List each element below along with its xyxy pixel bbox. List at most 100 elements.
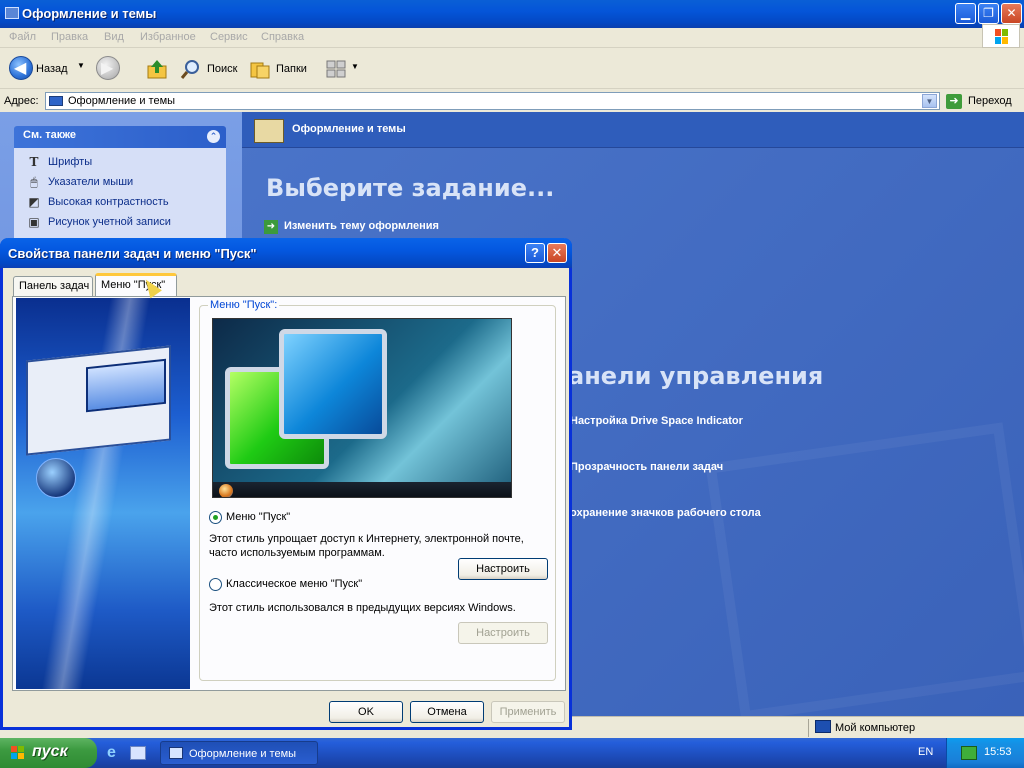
see-also-panel: См. также ⌃ T Шрифты 🖱 Указатели мыши ◩ … — [14, 126, 226, 248]
address-dropdown-icon[interactable]: ▼ — [922, 94, 937, 108]
control-panel-icon — [5, 7, 19, 19]
preview-start-orb-icon — [219, 484, 233, 497]
customize-start-button[interactable]: Настроить — [458, 558, 548, 580]
start-label: пуск — [32, 743, 68, 760]
menu-tools[interactable]: Сервис — [210, 31, 248, 43]
language-indicator[interactable]: EN — [918, 746, 933, 758]
see-also-list: T Шрифты 🖱 Указатели мыши ◩ Высокая конт… — [14, 148, 226, 248]
preview-taskbar — [213, 482, 511, 497]
dialog-title: Свойства панели задач и меню "Пуск" — [8, 246, 257, 261]
start-button[interactable]: пуск — [0, 738, 97, 768]
menu-edit[interactable]: Правка — [51, 31, 88, 43]
classic-start-menu-radio-label[interactable]: Классическое меню "Пуск" — [226, 578, 362, 590]
internet-explorer-icon[interactable]: e — [107, 744, 116, 762]
toolbar: ◀ Назад ▼ ▶ Поиск Папки ▼ — [0, 49, 1024, 89]
taskbar-properties-dialog: Свойства панели задач и меню "Пуск" ? ✕ … — [0, 238, 572, 730]
cp-item-desktop-icons[interactable]: охранение значков рабочего стола — [570, 507, 761, 519]
start-menu-group: Меню "Пуск": Меню "Пуск" Этот стиль упро… — [199, 299, 556, 681]
screen-graphic — [86, 358, 166, 413]
media-player-icon[interactable] — [130, 746, 146, 760]
see-also-header[interactable]: См. также ⌃ — [14, 126, 226, 148]
up-folder-button[interactable] — [146, 58, 168, 80]
mouse-icon: 🖱 — [30, 175, 38, 189]
see-also-item-label: Высокая контрастность — [48, 196, 169, 208]
minimize-button[interactable]: ▁ — [955, 3, 976, 24]
address-value: Оформление и темы — [68, 95, 176, 107]
menu-file[interactable]: Файл — [9, 31, 36, 43]
window-title: Оформление и темы — [22, 6, 157, 21]
menu-view[interactable]: Вид — [104, 31, 124, 43]
my-computer-icon — [815, 720, 831, 733]
views-dropdown-icon[interactable]: ▼ — [351, 62, 359, 71]
start-menu-preview — [212, 318, 512, 498]
address-input[interactable]: Оформление и темы ▼ — [45, 92, 940, 110]
close-button[interactable]: ✕ — [1001, 3, 1022, 24]
back-dropdown-icon[interactable]: ▼ — [77, 61, 85, 70]
status-zone-label: Мой компьютер — [835, 722, 916, 734]
address-label: Адрес: — [4, 95, 39, 107]
ok-button[interactable]: OK — [329, 701, 403, 723]
preview-blue-window — [279, 329, 387, 439]
back-arrow-icon: ◀ — [9, 56, 33, 80]
pick-task-heading: Выберите задание... — [266, 174, 555, 202]
menu-favorites[interactable]: Избранное — [140, 31, 196, 43]
taskbar-item-appearance[interactable]: Оформление и темы — [160, 741, 318, 765]
see-also-item-user-picture[interactable]: ▣ Рисунок учетной записи — [24, 214, 226, 234]
go-arrow-icon: ➜ — [946, 94, 962, 109]
forward-arrow-icon: ▶ — [96, 56, 120, 80]
go-label: Переход — [968, 95, 1012, 107]
see-also-item-contrast[interactable]: ◩ Высокая контрастность — [24, 194, 226, 214]
see-also-item-fonts[interactable]: T Шрифты — [24, 154, 226, 174]
control-panel-icons-heading: анели управления — [568, 362, 824, 390]
collapse-icon[interactable]: ⌃ — [207, 130, 220, 143]
cancel-button[interactable]: Отмена — [410, 701, 484, 723]
group-label: Меню "Пуск": — [208, 299, 280, 311]
apply-button[interactable]: Применить — [491, 701, 565, 723]
content-header-title: Оформление и темы — [292, 123, 406, 135]
menu-bar: Файл Правка Вид Избранное Сервис Справка — [0, 28, 1024, 48]
control-panel-icon — [49, 96, 63, 106]
side-illustration — [16, 298, 190, 689]
tab-start-menu[interactable]: Меню "Пуск" — [95, 273, 177, 297]
classic-start-menu-desc: Этот стиль использовался в предыдущих ве… — [209, 602, 516, 614]
folders-icon — [250, 62, 270, 79]
see-also-item-mouse[interactable]: 🖱 Указатели мыши — [24, 174, 226, 194]
system-tray: 15:53 — [946, 738, 1024, 768]
see-also-item-label: Рисунок учетной записи — [48, 216, 171, 228]
tab-taskbar[interactable]: Панель задач — [13, 276, 93, 296]
taskbar-item-label: Оформление и темы — [189, 748, 297, 760]
start-menu-desc-line-2: часто используемым программам. — [209, 547, 385, 559]
change-theme-link[interactable]: ➜ Изменить тему оформления — [264, 220, 439, 234]
green-arrow-icon: ➜ — [264, 220, 278, 234]
customize-classic-button[interactable]: Настроить — [458, 622, 548, 644]
change-theme-label: Изменить тему оформления — [284, 220, 439, 232]
folders-label: Папки — [276, 63, 307, 75]
menu-help[interactable]: Справка — [261, 31, 304, 43]
see-also-item-label: Шрифты — [48, 156, 93, 168]
control-panel-icon — [169, 747, 183, 759]
up-folder-icon — [147, 60, 167, 79]
classic-start-menu-radio[interactable] — [209, 578, 222, 591]
views-icon — [326, 60, 346, 78]
windows-orb-icon — [36, 458, 76, 498]
start-menu-radio[interactable] — [209, 511, 222, 524]
help-button[interactable]: ? — [525, 243, 545, 263]
dialog-title-bar[interactable]: Свойства панели задач и меню "Пуск" ? ✕ — [0, 238, 572, 268]
start-menu-desc-line-1: Этот стиль упрощает доступ к Интернету, … — [209, 533, 524, 545]
search-label: Поиск — [207, 63, 238, 75]
address-bar: Адрес: Оформление и темы ▼ ➜ Переход — [0, 90, 1024, 112]
start-menu-tab-panel: Меню "Пуск": Меню "Пуск" Этот стиль упро… — [12, 296, 566, 691]
windows-flag-icon — [11, 746, 24, 759]
cp-item-drive-space[interactable]: Настройка Drive Space Indicator — [570, 415, 743, 427]
search-icon — [180, 60, 199, 79]
clock[interactable]: 15:53 — [984, 746, 1012, 758]
title-bar[interactable]: Оформление и темы ▁ ❐ ✕ — [0, 0, 1024, 28]
tray-app-icon[interactable] — [961, 746, 977, 760]
maximize-button[interactable]: ❐ — [978, 3, 999, 24]
see-also-title: См. также — [23, 129, 76, 141]
cp-item-taskbar-transparency[interactable]: Прозрачность панели задач — [570, 461, 723, 473]
back-label: Назад — [36, 63, 68, 75]
status-separator — [808, 719, 809, 737]
start-menu-radio-label[interactable]: Меню "Пуск" — [226, 511, 290, 523]
dialog-close-button[interactable]: ✕ — [547, 243, 567, 263]
